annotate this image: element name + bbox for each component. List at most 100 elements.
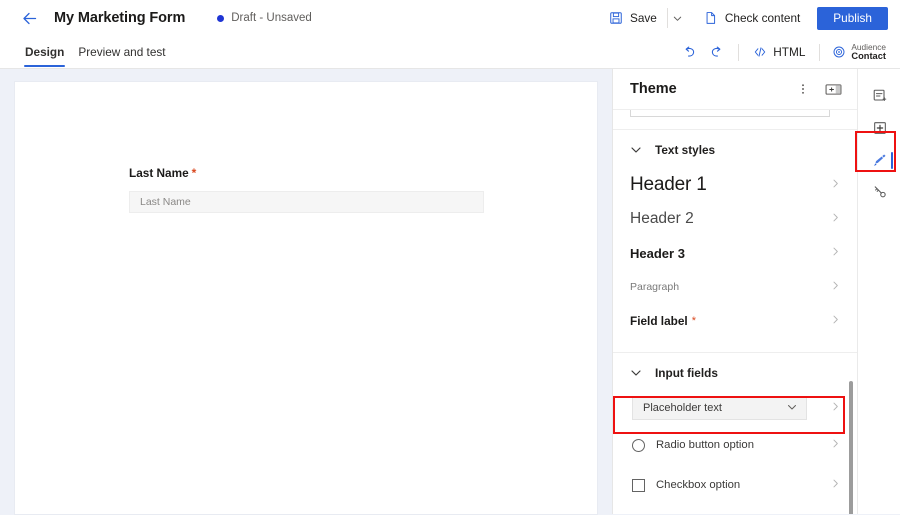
publish-label: Publish <box>833 11 872 25</box>
last-name-input[interactable]: Last Name <box>129 191 484 213</box>
audience-line-2: Contact <box>851 51 886 61</box>
chevron-down-icon <box>786 401 798 416</box>
text-style-label: Header 2 <box>630 210 694 228</box>
check-content-label: Check content <box>725 11 800 25</box>
audience-button[interactable]: Audience Contact <box>828 38 890 66</box>
input-style-row-checkbox[interactable]: Checkbox option <box>613 465 857 505</box>
text-style-row-header-1[interactable]: Header 1 <box>613 168 857 202</box>
input-style-row-placeholder[interactable]: Placeholder text <box>613 391 857 425</box>
form-canvas-card[interactable]: Last Name* Last Name <box>14 81 598 515</box>
target-audience-icon <box>832 45 846 59</box>
chevron-right-icon <box>830 476 841 494</box>
status-dot <box>217 15 224 22</box>
undo-button[interactable] <box>676 39 703 65</box>
checkbox-icon <box>632 479 645 492</box>
key-settings-icon <box>872 184 888 200</box>
save-options-button[interactable] <box>667 8 689 28</box>
form-designer-app: My Marketing Form Draft - Unsaved Save <box>0 0 900 514</box>
text-style-label: Paragraph <box>630 281 679 293</box>
radio-button-icon <box>632 439 645 452</box>
panel-title: Theme <box>630 81 677 97</box>
save-disk-icon <box>609 11 623 25</box>
text-style-label: Header 1 <box>630 174 707 196</box>
save-label: Save <box>630 11 657 25</box>
theme-panel-scroll-content: None Text styles <box>613 110 857 505</box>
arrow-left-icon <box>21 10 38 27</box>
add-block-icon <box>872 120 888 136</box>
chevron-right-icon <box>830 312 841 330</box>
tab-design[interactable]: Design <box>18 36 71 68</box>
form-canvas-area: Last Name* Last Name <box>0 69 612 514</box>
toolbar-divider-1 <box>738 44 739 61</box>
panel-collapse-icon <box>825 83 842 96</box>
theme-panel-header: Theme <box>613 69 857 110</box>
chevron-right-icon <box>830 278 841 296</box>
form-layout-icon <box>872 88 888 104</box>
input-style-row-radio[interactable]: Radio button option <box>613 425 857 465</box>
audience-line-1: Audience <box>851 43 886 52</box>
tab-preview-and-test[interactable]: Preview and test <box>71 36 172 68</box>
right-tool-rail <box>857 69 900 514</box>
redo-arrow-icon <box>709 45 724 60</box>
section-text-styles-header[interactable]: Text styles <box>613 130 857 168</box>
radio-option-label: Radio button option <box>656 439 754 451</box>
more-vertical-icon <box>796 82 810 96</box>
status-text: Draft - Unsaved <box>231 12 312 24</box>
chevron-down-icon <box>630 367 642 379</box>
tab-preview-label: Preview and test <box>78 45 165 59</box>
placeholder-text-value: Placeholder text <box>643 402 722 414</box>
publish-button[interactable]: Publish <box>817 7 888 30</box>
text-style-row-paragraph[interactable]: Paragraph <box>613 270 857 304</box>
document-check-icon <box>704 11 718 25</box>
placeholder-text-select[interactable]: Placeholder text <box>632 396 807 420</box>
audience-labels: Audience Contact <box>851 43 886 62</box>
field-required-marker: * <box>192 166 197 180</box>
theme-panel-body: None Text styles <box>613 110 857 514</box>
theme-select-value: None <box>641 110 669 111</box>
field-label-required-marker: * <box>692 315 696 327</box>
top-bar: My Marketing Form Draft - Unsaved Save <box>0 0 900 36</box>
theme-select-row: None <box>613 110 857 117</box>
status-badge: Draft - Unsaved <box>217 12 312 24</box>
back-button[interactable] <box>18 7 40 29</box>
section-input-fields-header[interactable]: Input fields <box>613 353 857 391</box>
text-style-row-header-2[interactable]: Header 2 <box>613 202 857 236</box>
text-style-row-header-3[interactable]: Header 3 <box>613 236 857 270</box>
form-title: My Marketing Form <box>54 10 185 26</box>
redo-button[interactable] <box>703 39 730 65</box>
last-name-placeholder: Last Name <box>140 196 191 208</box>
chevron-down-icon <box>630 144 642 156</box>
text-style-label: Header 3 <box>630 246 685 261</box>
field-label-text: Last Name <box>129 166 189 180</box>
rail-paint-style-button[interactable] <box>858 144 900 176</box>
chevron-down-icon <box>809 110 821 112</box>
code-brackets-icon <box>753 45 767 59</box>
panel-collapse-button[interactable] <box>823 79 843 99</box>
chevron-right-icon <box>830 176 841 194</box>
form-field-last-name[interactable]: Last Name* Last Name <box>129 166 484 213</box>
theme-panel-scrollbar[interactable] <box>849 381 853 514</box>
rail-key-settings-button[interactable] <box>858 176 900 208</box>
save-button[interactable]: Save <box>602 5 664 31</box>
html-label: HTML <box>773 45 805 59</box>
chevron-right-icon <box>830 244 841 262</box>
html-button[interactable]: HTML <box>747 39 811 65</box>
theme-panel: Theme <box>612 69 857 514</box>
chevron-down-icon <box>672 13 683 24</box>
tab-bar-actions: HTML Audience Contact <box>676 38 890 66</box>
text-style-label: Field label <box>630 314 688 328</box>
text-style-row-field-label[interactable]: Field label * <box>613 304 857 338</box>
undo-arrow-icon <box>682 45 697 60</box>
section-input-fields-label: Input fields <box>655 366 718 380</box>
check-content-button[interactable]: Check content <box>697 5 807 31</box>
rail-add-block-button[interactable] <box>858 112 900 144</box>
chevron-right-icon <box>830 436 841 454</box>
toolbar-divider-2 <box>819 44 820 61</box>
theme-select[interactable]: None <box>630 110 830 117</box>
panel-overflow-button[interactable] <box>793 79 813 99</box>
tab-design-label: Design <box>25 45 64 59</box>
rail-form-layout-button[interactable] <box>858 80 900 112</box>
checkbox-option-label: Checkbox option <box>656 479 740 491</box>
section-text-styles-label: Text styles <box>655 143 715 157</box>
field-label: Last Name* <box>129 166 484 180</box>
